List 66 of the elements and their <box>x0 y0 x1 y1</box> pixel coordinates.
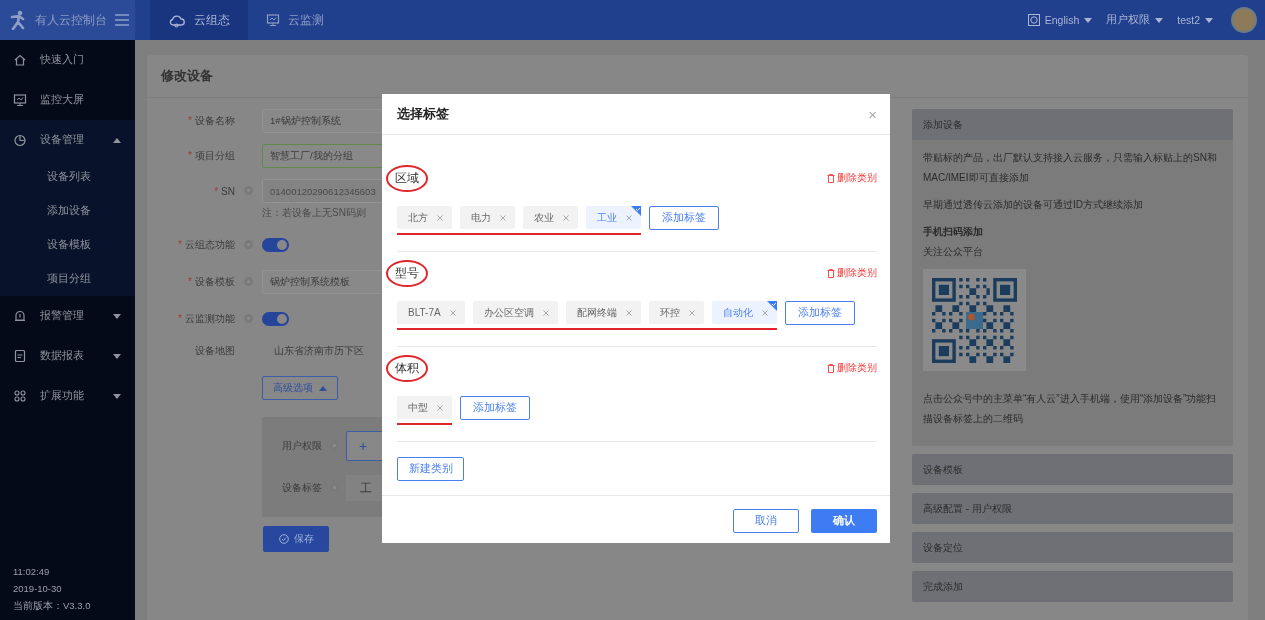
field-label: * 项目分组 <box>187 149 235 163</box>
sidebar-subitem[interactable]: 添加设备 <box>0 194 135 228</box>
user-menu[interactable]: test2 <box>1177 14 1213 26</box>
text-field[interactable]: 1#锅炉控制系统 <box>262 109 382 133</box>
delete-category-link[interactable]: 删除类别 <box>827 171 877 185</box>
category-title: 型号 <box>386 259 428 287</box>
add-tag-button[interactable]: 添加标签 <box>784 301 855 325</box>
text-field[interactable]: 锅炉控制系统模板 <box>262 270 382 294</box>
field-label: * 云组态功能 <box>177 238 235 252</box>
confirm-button[interactable]: 确认 <box>811 509 877 533</box>
nav-tab[interactable]: 云组态 <box>150 0 248 40</box>
cancel-button[interactable]: 取消 <box>733 509 799 533</box>
panel-header[interactable]: 设备定位 <box>912 532 1233 563</box>
brand-name: 有人云控制台 <box>35 12 107 28</box>
delete-category-link[interactable]: 删除类别 <box>827 266 877 280</box>
footer-text: 2019-10-30 <box>13 582 63 596</box>
tag[interactable]: 中型 <box>397 396 452 419</box>
sidebar-item[interactable]: 监控大屏 <box>0 80 135 120</box>
sidebar-subitem[interactable]: 设备列表 <box>0 160 135 194</box>
sidebar-item[interactable]: 设备管理 <box>0 120 135 160</box>
tag[interactable]: 北方 <box>397 206 452 229</box>
tag[interactable]: 配网终端 <box>565 301 641 324</box>
page-title: 修改设备 <box>161 67 213 85</box>
tag: 工 <box>346 475 382 501</box>
sidebar-item[interactable]: 快速入门 <box>0 40 135 80</box>
field-value: 山东省济南市历下区 <box>273 344 365 358</box>
dialog-title: 选择标签 <box>397 105 449 123</box>
nav-tab[interactable]: 云监测 <box>248 0 342 40</box>
add-tag-button[interactable]: 添加标签 <box>460 396 530 420</box>
field-label: * 云监测功能 <box>177 312 235 326</box>
sidebar-subitem[interactable]: 项目分组 <box>0 262 135 296</box>
panel-header[interactable]: 设备模板 <box>912 454 1233 485</box>
help-text: 早期通过透传云添加的设备可通过ID方式继续添加 <box>923 198 1144 212</box>
tag[interactable]: 办公区空调 <box>472 301 558 324</box>
field-label: * 设备模板 <box>187 275 235 289</box>
tag[interactable]: 环控 <box>648 301 704 324</box>
category-title: 体积 <box>386 354 428 382</box>
sidebar-item[interactable]: 数据报表 <box>0 336 135 376</box>
tag[interactable]: 工业 <box>586 206 641 229</box>
delete-category-link[interactable]: 删除类别 <box>827 361 877 375</box>
tag[interactable]: 农业 <box>523 206 578 229</box>
footer-text: 11:02:49 <box>13 565 51 579</box>
footer-text: 当前版本：V3.3.0 <box>13 599 92 613</box>
permission-menu[interactable]: 用户权限 <box>1106 13 1164 27</box>
close-button[interactable]: × <box>868 106 877 122</box>
language-menu[interactable]: English <box>1027 14 1093 26</box>
advanced-options-button[interactable]: 高级选项 <box>262 376 338 400</box>
sidebar-item[interactable]: 扩展功能 <box>0 376 135 416</box>
panel-header[interactable]: 完成添加 <box>912 571 1233 602</box>
save-button[interactable]: 保存 <box>263 526 329 552</box>
field-label: * 设备名称 <box>187 114 235 128</box>
field-label: 设备地图 <box>194 344 235 358</box>
add-tag-button[interactable]: 添加标签 <box>649 206 719 230</box>
panel-header[interactable]: 添加设备 <box>912 109 1233 140</box>
category-title: 区域 <box>386 164 428 192</box>
sidebar-subitem[interactable]: 设备模板 <box>0 228 135 262</box>
help-text: 关注公众平台 <box>923 245 984 259</box>
sidebar-item[interactable]: 报警管理 <box>0 296 135 336</box>
add-button[interactable]: + <box>346 431 382 461</box>
field-label: * SN <box>213 185 235 197</box>
help-heading: 手机扫码添加 <box>923 225 984 239</box>
text-field[interactable]: 智慧工厂/我的分组 <box>262 144 382 168</box>
tag[interactable]: 电力 <box>460 206 515 229</box>
tag[interactable]: 自动化 <box>711 301 777 324</box>
tag[interactable]: BLT-7A <box>397 301 465 324</box>
new-category-button[interactable]: 新建类别 <box>397 457 464 481</box>
